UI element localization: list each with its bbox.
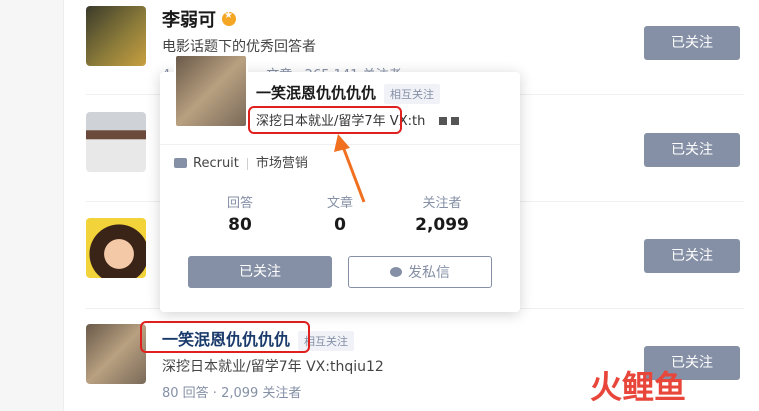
avatar[interactable] <box>86 112 146 172</box>
annotation-arrow-icon <box>334 134 366 203</box>
stat-followers[interactable]: 关注者 2,099 <box>392 192 492 235</box>
send-message-button[interactable]: 发私信 <box>348 256 492 288</box>
following-button[interactable]: 已关注 <box>644 133 740 167</box>
avatar[interactable] <box>86 6 146 66</box>
user-description: 电影话题下的优秀回答者 <box>162 39 316 55</box>
stat-answers[interactable]: 回答 80 <box>190 192 290 235</box>
avatar[interactable] <box>86 218 146 278</box>
name-highlight-box <box>140 321 310 353</box>
avatar[interactable] <box>86 324 146 384</box>
card-following-button[interactable]: 已关注 <box>188 256 332 288</box>
user-name[interactable]: 李弱可 <box>162 6 236 32</box>
mutual-follow-tag: 相互关注 <box>384 83 441 104</box>
watermark-logo: 火鲤鱼 <box>590 368 687 406</box>
card-user-name[interactable]: 一笑泯恩仇仇仇仇 相互关注 <box>256 82 441 104</box>
user-description: 深挖日本就业/留学7年 VX:thqiu12 <box>162 359 384 375</box>
following-button[interactable]: 已关注 <box>644 26 740 60</box>
following-button[interactable]: 已关注 <box>644 239 740 273</box>
chat-bubble-icon <box>390 267 402 277</box>
user-stats: 80 回答 · 2,099 关注者 <box>162 386 302 401</box>
excellent-answerer-badge-icon <box>222 10 236 26</box>
briefcase-icon <box>174 157 187 168</box>
card-employment: Recruit 市场营销 <box>174 152 308 171</box>
avatar[interactable] <box>174 54 248 128</box>
